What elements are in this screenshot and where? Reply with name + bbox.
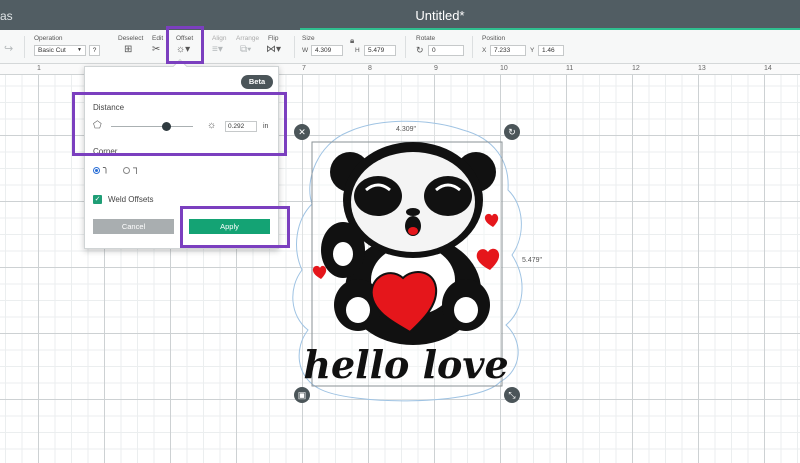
pos-y-label: Y	[530, 47, 535, 54]
toolbar-separator	[24, 36, 25, 58]
corner-rounded-radio[interactable]	[93, 167, 100, 174]
rotate-label: Rotate	[416, 35, 436, 42]
apply-highlight	[180, 206, 290, 248]
arrange-icon[interactable]: ⧉▾	[240, 44, 251, 56]
rotate-icon: ↻	[416, 45, 424, 55]
operation-label: Operation	[34, 35, 63, 42]
operation-select[interactable]: Basic Cut ▼	[34, 45, 86, 56]
beta-badge: Beta	[241, 75, 273, 89]
size-w-label: W	[302, 47, 309, 54]
panda-tongue	[408, 227, 418, 235]
deselect-label: Deselect	[118, 35, 144, 42]
operation-help-button[interactable]: ?	[89, 45, 100, 56]
close-icon: ✕	[298, 127, 306, 137]
width-dimension-label: 4.309"	[396, 126, 417, 133]
size-h-label: H	[355, 47, 360, 54]
ruler-tick: 14	[764, 65, 772, 72]
ruler-tick: 13	[698, 65, 706, 72]
panda-eye-patch-left	[354, 176, 402, 216]
document-title: Untitled*	[415, 8, 465, 23]
rotate-icon: ↻	[508, 127, 516, 137]
position-label: Position	[482, 35, 506, 42]
size-label: Size	[302, 35, 315, 42]
rotate-input[interactable]: 0	[428, 45, 464, 56]
lock-icon[interactable]: 🔒︎	[350, 36, 354, 46]
offset-tool-highlight	[166, 26, 204, 64]
chevron-down-icon: ▼	[77, 47, 82, 53]
arrange-label: Arrange	[236, 35, 260, 42]
lock-handle[interactable]: ▣	[294, 387, 310, 403]
panda-nose	[406, 208, 420, 216]
cancel-button[interactable]: Cancel	[93, 219, 174, 234]
width-input[interactable]: 4.309	[311, 45, 343, 56]
edit-toolbar: ↪ Operation Basic Cut ▼ ? Deselect ⊞ Edi…	[0, 30, 800, 64]
panda-paw-pad	[333, 242, 353, 266]
height-dimension-label: 5.479"	[522, 257, 543, 264]
height-input[interactable]: 5.479	[364, 45, 396, 56]
edit-icon[interactable]: ✂	[152, 44, 160, 56]
operation-value: Basic Cut	[38, 47, 66, 54]
toolbar-separator	[472, 36, 473, 58]
title-bar: as Untitled*	[0, 0, 800, 30]
lock-icon: ▣	[297, 390, 307, 400]
panda-foot-pad-right	[454, 297, 478, 323]
undo-icon[interactable]: ↪	[4, 42, 13, 55]
panda-eye-patch-right	[424, 176, 472, 216]
rotate-handle[interactable]: ↻	[504, 124, 520, 140]
corner-square-radio[interactable]	[123, 167, 130, 174]
delete-handle[interactable]: ✕	[294, 124, 310, 140]
panda-foot-pad-left	[346, 297, 370, 323]
toolbar-separator	[294, 36, 295, 58]
ruler-tick: 7	[302, 65, 306, 72]
ruler-tick: 12	[632, 65, 640, 72]
square-corner-icon: ┐	[133, 163, 141, 174]
distance-highlight	[72, 92, 287, 156]
ruler-tick: 10	[500, 65, 508, 72]
deselect-icon[interactable]: ⊞	[124, 44, 132, 56]
align-icon[interactable]: ≡▾	[212, 44, 223, 56]
weld-offsets-checkbox[interactable]: ✓	[93, 195, 102, 204]
ruler-tick: 9	[434, 65, 438, 72]
align-label: Align	[212, 35, 227, 42]
pos-x-label: X	[482, 47, 487, 54]
toolbar-separator	[405, 36, 406, 58]
resize-handle[interactable]: ⤡	[504, 387, 520, 403]
position-x-input[interactable]: 7.233	[490, 45, 526, 56]
flip-icon[interactable]: ⋈▾	[266, 44, 281, 56]
weld-offsets-label: Weld Offsets	[108, 195, 154, 204]
design-text: hello love	[303, 342, 508, 387]
ruler-tick: 11	[566, 65, 574, 72]
edit-label: Edit	[152, 35, 164, 42]
ruler-tick: 8	[368, 65, 372, 72]
flip-label: Flip	[268, 35, 279, 42]
position-y-input[interactable]: 1.46	[538, 45, 564, 56]
design-artwork[interactable]: hello love	[288, 120, 528, 410]
ruler-tick: 1	[37, 65, 41, 72]
rounded-corner-icon: ╮	[103, 163, 110, 174]
resize-icon: ⤡	[508, 390, 516, 400]
